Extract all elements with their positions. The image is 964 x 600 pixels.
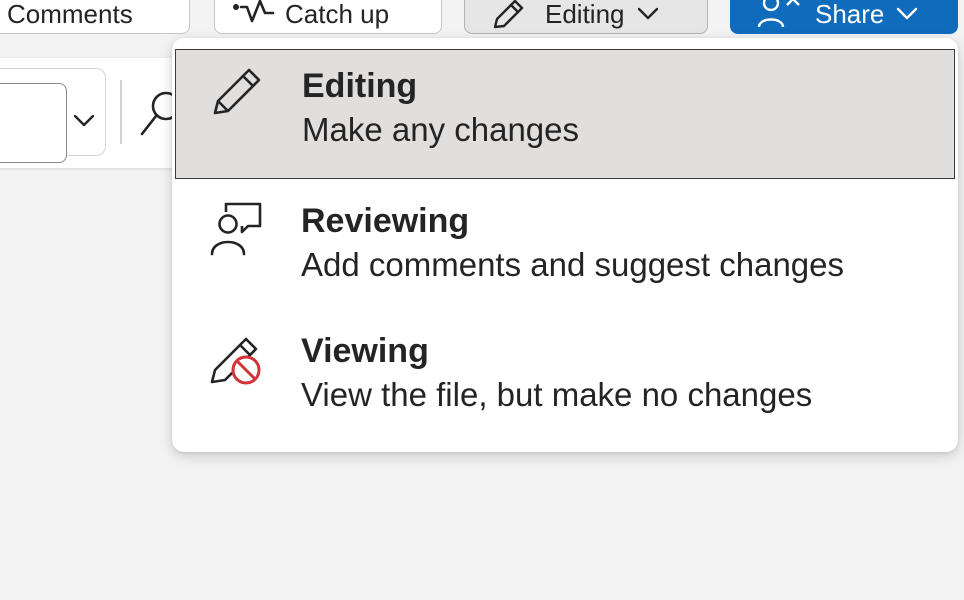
chevron-down-icon xyxy=(896,7,918,21)
editing-mode-button[interactable]: Editing xyxy=(464,0,708,34)
ribbon-divider xyxy=(120,80,122,144)
editing-mode-button-label: Editing xyxy=(545,0,625,29)
share-button[interactable]: Share xyxy=(730,0,958,34)
comments-button-label: Comments xyxy=(7,0,133,29)
people-share-icon xyxy=(757,0,801,29)
command-bar: Comments Catch up Editing Share xyxy=(0,0,964,36)
font-size-combobox[interactable] xyxy=(0,68,106,163)
chevron-down-icon xyxy=(637,7,659,21)
menu-item-description: Make any changes xyxy=(302,111,580,148)
app-window: Comments Catch up Editing Share Editing … xyxy=(0,0,964,600)
share-button-label: Share xyxy=(815,0,885,29)
menu-item-description: View the file, but make no changes xyxy=(301,376,813,413)
pencil-icon xyxy=(491,0,525,29)
menu-item-title: Reviewing xyxy=(301,202,470,240)
mode-dropdown-menu: Editing Make any changes Reviewing Add c… xyxy=(172,38,958,452)
menu-item-title: Viewing xyxy=(301,332,429,370)
menu-item-editing[interactable]: Editing Make any changes xyxy=(175,49,955,179)
pencil-prohibited-icon xyxy=(208,330,264,386)
menu-item-viewing[interactable]: Viewing View the file, but make no chang… xyxy=(174,314,956,442)
menu-item-reviewing[interactable]: Reviewing Add comments and suggest chang… xyxy=(174,184,956,312)
comments-button[interactable]: Comments xyxy=(0,0,190,34)
catch-up-button[interactable]: Catch up xyxy=(214,0,442,34)
menu-item-title: Editing xyxy=(302,67,418,105)
person-comment-icon xyxy=(208,200,264,256)
catch-up-pulse-icon xyxy=(231,0,275,29)
chevron-down-icon xyxy=(73,114,95,133)
font-size-input[interactable] xyxy=(0,83,67,163)
pencil-icon xyxy=(209,65,265,121)
font-size-dropdown-button[interactable] xyxy=(69,105,99,141)
catch-up-button-label: Catch up xyxy=(285,0,390,29)
menu-item-description: Add comments and suggest changes xyxy=(301,246,845,283)
